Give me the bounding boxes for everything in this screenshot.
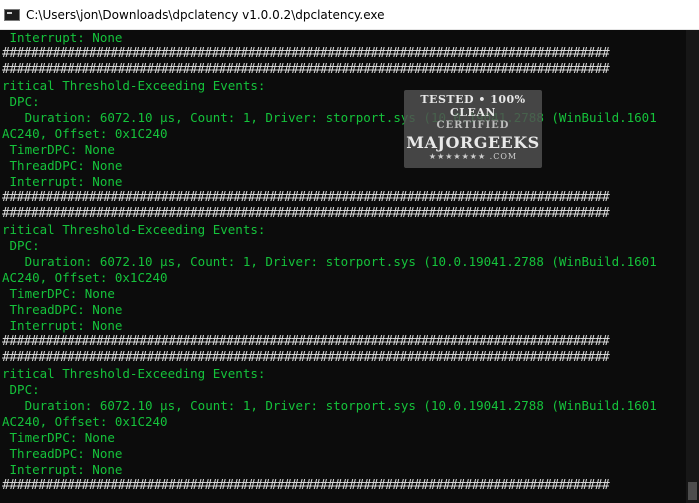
console-line: Interrupt: None bbox=[2, 174, 123, 189]
console-line: Interrupt: None bbox=[2, 462, 123, 477]
console-line: AC240, Offset: 0x1C240 bbox=[2, 414, 168, 429]
console-line: ThreadDPC: None bbox=[2, 302, 123, 317]
console-line: Duration: 6072.10 µs, Count: 1, Driver: … bbox=[2, 398, 657, 413]
separator-line: ########################################… bbox=[2, 206, 610, 221]
console-line: Interrupt: None bbox=[2, 318, 123, 333]
separator-line: ########################################… bbox=[2, 334, 610, 349]
console-line: DPC: bbox=[2, 238, 40, 253]
console-output: Interrupt: None #########################… bbox=[0, 30, 686, 503]
separator-line: ########################################… bbox=[2, 46, 610, 61]
console-line: Duration: 6072.10 µs, Count: 1, Driver: … bbox=[2, 110, 657, 125]
console-line: Interrupt: None bbox=[2, 30, 123, 45]
console-line: ThreadDPC: None bbox=[2, 158, 123, 173]
majorgeeks-watermark-logo: TESTED • 100% CLEAN CERTIFIED MAJORGEEKS… bbox=[404, 90, 542, 168]
console-line: ritical Threshold-Exceeding Events: bbox=[2, 78, 266, 93]
separator-line: ########################################… bbox=[2, 190, 610, 205]
console-line: AC240, Offset: 0x1C240 bbox=[2, 126, 168, 141]
console-line: TimerDPC: None bbox=[2, 286, 115, 301]
console-line: ThreadDPC: None bbox=[2, 446, 123, 461]
watermark-stamp-text: CERTIFIED bbox=[436, 120, 510, 131]
watermark-sub-text: ★★★★★★★ .COM bbox=[428, 152, 518, 161]
console-line: DPC: bbox=[2, 94, 40, 109]
separator-line: ########################################… bbox=[2, 62, 610, 77]
title-bar: C:\Users\jon\Downloads\dpclatency v1.0.0… bbox=[0, 0, 699, 30]
window-title: C:\Users\jon\Downloads\dpclatency v1.0.0… bbox=[26, 7, 385, 22]
separator-line: ########################################… bbox=[2, 478, 610, 493]
console-line: Duration: 6072.10 µs, Count: 1, Driver: … bbox=[2, 254, 657, 269]
scrollbar-thumb[interactable] bbox=[688, 482, 697, 500]
console-line: TimerDPC: None bbox=[2, 430, 115, 445]
console-app-icon bbox=[4, 8, 20, 21]
watermark-brand-text: MAJORGEEKS bbox=[406, 133, 540, 152]
console-line: DPC: bbox=[2, 382, 40, 397]
watermark-tested-text: TESTED • 100% CLEAN bbox=[420, 93, 526, 119]
console-line: ritical Threshold-Exceeding Events: bbox=[2, 366, 266, 381]
console-line: TimerDPC: None bbox=[2, 142, 115, 157]
console-line: ritical Threshold-Exceeding Events: bbox=[2, 222, 266, 237]
separator-line: ########################################… bbox=[2, 350, 610, 365]
console-line: AC240, Offset: 0x1C240 bbox=[2, 270, 168, 285]
vertical-scrollbar[interactable] bbox=[686, 30, 699, 503]
